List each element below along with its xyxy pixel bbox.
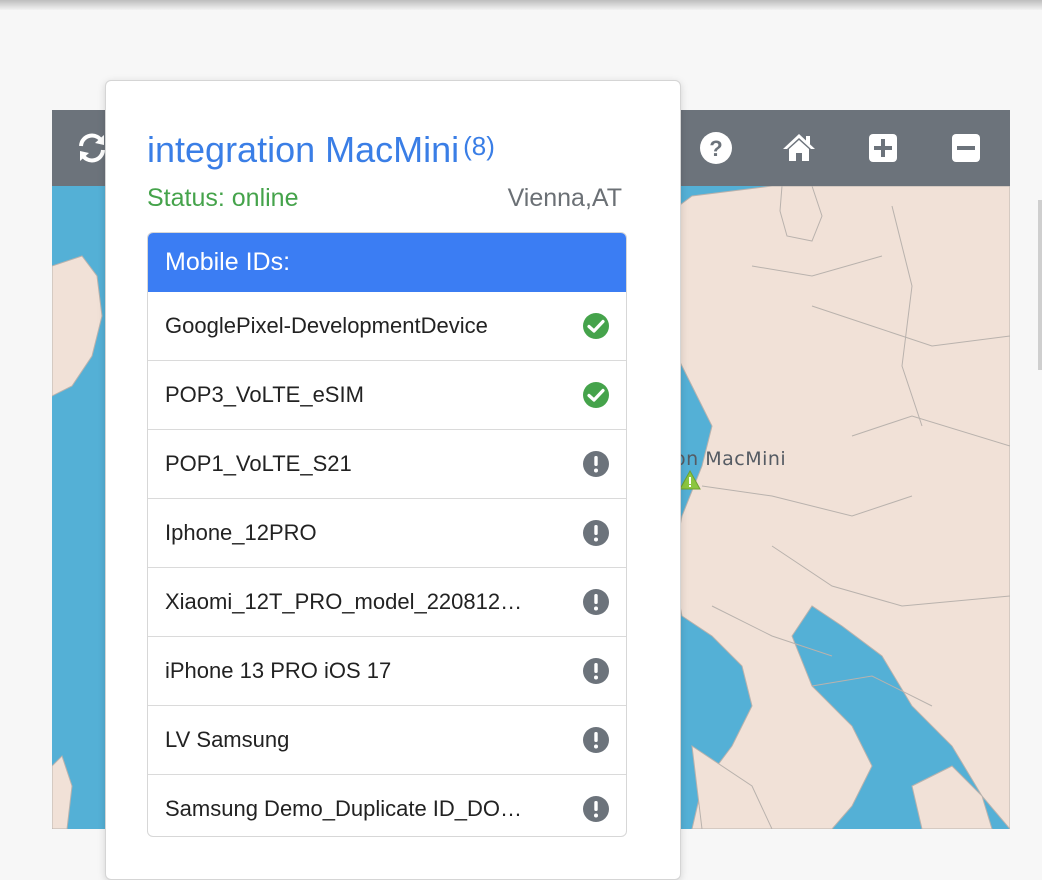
mobile-id-label: POP3_VoLTE_eSIM <box>165 382 364 407</box>
mobile-id-label: Iphone_12PRO <box>165 520 317 545</box>
check-circle-icon <box>583 382 609 408</box>
mobile-id-label: Xiaomi_12T_PRO_model_220812… <box>165 589 523 614</box>
mobile-id-row[interactable]: Iphone_12PRO <box>148 498 626 567</box>
device-count: (8) <box>463 131 495 161</box>
home-icon[interactable] <box>781 130 817 166</box>
check-circle-icon <box>583 313 609 339</box>
mobile-ids-card: Mobile IDs: GooglePixel-DevelopmentDevic… <box>147 232 627 837</box>
exclamation-circle-icon <box>583 658 609 684</box>
mobile-id-row[interactable]: GooglePixel-DevelopmentDevice <box>148 292 626 360</box>
minus-square-icon[interactable] <box>948 130 984 166</box>
svg-text:?: ? <box>709 136 722 161</box>
mobile-id-label: POP1_VoLTE_S21 <box>165 451 352 476</box>
popup-title[interactable]: integration MacMini (8) <box>147 125 495 171</box>
map-marker-label: on MacMini <box>674 448 787 470</box>
exclamation-circle-icon <box>583 727 609 753</box>
mobile-id-row[interactable]: Xiaomi_12T_PRO_model_220812… <box>148 567 626 636</box>
mobile-id-label: GooglePixel-DevelopmentDevice <box>165 313 488 338</box>
exclamation-circle-icon <box>583 520 609 546</box>
mobile-id-row[interactable]: POP3_VoLTE_eSIM <box>148 360 626 429</box>
location-text: Vienna,AT <box>507 184 622 212</box>
mobile-id-row[interactable]: LV Samsung <box>148 705 626 774</box>
mobile-id-row[interactable]: iPhone 13 PRO iOS 17 <box>148 636 626 705</box>
device-popup: integration MacMini (8) Status: online Vi… <box>105 80 681 880</box>
mobile-id-row[interactable]: Samsung Demo_Duplicate ID_DO… <box>148 774 626 836</box>
status-text: Status: online <box>147 184 299 212</box>
mobile-id-label: iPhone 13 PRO iOS 17 <box>165 658 392 683</box>
warning-marker-icon[interactable] <box>679 470 701 490</box>
plus-square-icon[interactable] <box>865 130 901 166</box>
exclamation-circle-icon <box>583 451 609 477</box>
mobile-id-label: Samsung Demo_Duplicate ID_DO… <box>165 796 523 821</box>
question-circle-icon[interactable]: ? <box>698 130 734 166</box>
exclamation-circle-icon <box>583 589 609 615</box>
side-panel-edge <box>1038 200 1042 370</box>
mobile-id-label: LV Samsung <box>165 727 290 752</box>
device-name[interactable]: integration MacMini <box>147 129 459 170</box>
exclamation-circle-icon <box>583 796 609 822</box>
top-shadow <box>0 0 1042 10</box>
mobile-id-row[interactable]: POP1_VoLTE_S21 <box>148 429 626 498</box>
mobile-ids-list: GooglePixel-DevelopmentDevice POP3_VoLTE_… <box>148 292 626 836</box>
mobile-ids-header: Mobile IDs: <box>148 233 626 292</box>
